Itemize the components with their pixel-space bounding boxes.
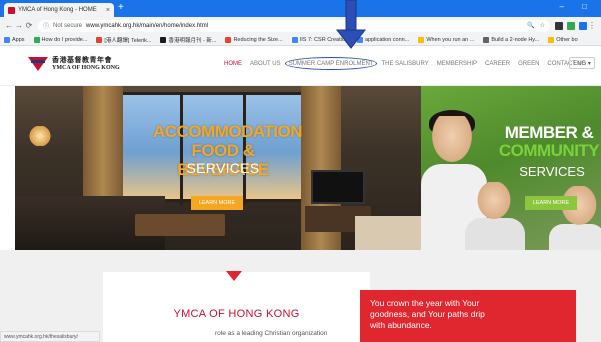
bookmark-favicon-icon (418, 36, 425, 43)
member-community-title: MEMBER & COMMUNITY (497, 124, 601, 160)
child-face (475, 182, 513, 222)
accommodation-panel[interactable]: ACCOMMODATION FOOD & BEVERAGE SERVICES L… (15, 86, 421, 250)
accommodation-learn-more-button[interactable]: LEARN MORE (191, 196, 243, 210)
nav-green[interactable]: GREEN (518, 61, 539, 67)
intro-body: role as a leading Christian organization (215, 330, 328, 337)
logo-chinese-text: 香港基督教青年會 (52, 57, 112, 65)
verse-line: goodness, and Your paths drip (370, 309, 485, 319)
intro-card: YMCA OF HONG KONG role as a leading Chri… (103, 272, 370, 342)
member-title-line2: COMMUNITY (498, 141, 600, 160)
tab-title: YMCA of Hong Kong - HOME (18, 7, 97, 13)
bookmark-favicon-icon (291, 36, 298, 43)
intro-section: YMCA OF HONG KONG role as a leading Chri… (0, 250, 601, 342)
profile-icon[interactable] (579, 21, 587, 30)
ymca-triangle-logo-icon (28, 55, 48, 73)
extension-green-icon[interactable] (567, 21, 575, 30)
bookmark-label: [港人翻譯] Telerik... (104, 37, 152, 44)
zoom-icon[interactable]: 🔍 (527, 22, 534, 29)
bookmark-favicon-icon (548, 36, 555, 43)
bookmark-label: How do I provide... (41, 36, 88, 43)
browser-tab[interactable]: YMCA of Hong Kong - HOME × (4, 3, 114, 17)
address-bar: ← → ⟳ ⓘ Not secure www.ymcahk.org.hk/mai… (0, 17, 601, 34)
url-text[interactable]: www.ymcahk.org.hk/main/en/home/index.htm… (86, 23, 208, 29)
bookmark-favicon-icon (160, 36, 167, 43)
browser-menu-icon[interactable]: ⋮ (587, 21, 597, 30)
child-image (465, 218, 525, 250)
bookmark-item[interactable]: When you run an ... (418, 36, 475, 43)
nav-about-us[interactable]: ABOUT US (250, 61, 281, 67)
nav-career[interactable]: CAREER (485, 61, 510, 67)
url-field[interactable]: ⓘ Not secure www.ymcahk.org.hk/main/en/h… (38, 19, 550, 32)
bookmarks-bar: Apps How do I provide... [港人翻譯] Telerik...… (0, 34, 601, 46)
member-title-line1: MEMBER & (504, 123, 594, 142)
new-tab-button[interactable]: + (118, 3, 128, 13)
extension-icon[interactable] (555, 21, 563, 30)
accommodation-title-line1: ACCOMMODATION (153, 122, 303, 141)
site-nav: HOME ABOUT US SUMMER CAMP ENROLMENT THE … (224, 57, 594, 70)
bookmark-item[interactable]: Build a 2-node Hy... (483, 36, 540, 43)
bookmark-label: Build a 2-node Hy... (491, 36, 540, 43)
tab-close-icon[interactable]: × (106, 7, 110, 14)
bookmark-favicon-icon (483, 36, 490, 43)
bookmark-label: Other bo (556, 36, 578, 43)
lamp-image (29, 126, 51, 146)
tv-image (311, 170, 365, 204)
bookmark-favicon-icon (225, 36, 232, 43)
back-arrow-icon[interactable]: ← (4, 21, 14, 30)
logo-english-text: YMCA OF HONG KONG (52, 64, 120, 71)
bookmark-label: 香港明報月刊 - 新... (168, 37, 217, 44)
verse-box: You crown the year with Your goodness, a… (360, 290, 576, 342)
nav-summer-camp-enrolment[interactable]: SUMMER CAMP ENROLMENT (284, 57, 377, 70)
window-controls[interactable]: – □ (559, 2, 595, 11)
nav-the-salisbury[interactable]: THE SALISBURY (381, 61, 428, 67)
language-select[interactable]: ENG ▾ (569, 57, 595, 69)
bookmark-item[interactable]: 香港明報月刊 - 新... (160, 36, 216, 44)
bookmark-star-icon[interactable]: ☆ (540, 22, 545, 29)
intro-title: YMCA OF HONG KONG (173, 308, 300, 320)
verse-line: with abundance. (370, 320, 432, 330)
nav-membership[interactable]: MEMBERSHIP (437, 61, 477, 67)
bookmark-item[interactable]: Other bo (548, 36, 578, 43)
bookmark-label: Reducing the Size... (233, 36, 283, 43)
bookmark-favicon-icon (33, 36, 40, 43)
verse-line: You crown the year with Your (370, 298, 480, 308)
bookmark-item[interactable]: Apps (4, 36, 25, 43)
not-secure-label: Not secure (53, 22, 83, 29)
annotation-arrow-icon (335, 0, 367, 49)
ymca-favicon-icon (8, 6, 15, 14)
red-triangle-marker-icon (226, 271, 242, 281)
bookmark-favicon-icon (4, 36, 10, 43)
bookmark-favicon-icon (96, 36, 103, 43)
ymca-logo[interactable]: 香港基督教青年會 YMCA OF HONG KONG (28, 55, 120, 73)
nav-home[interactable]: HOME (224, 61, 242, 67)
browser-tabstrip: YMCA of Hong Kong - HOME × + – □ (0, 0, 601, 17)
bookmark-item[interactable]: Reducing the Size... (225, 36, 283, 43)
bookmark-label: application conn... (364, 36, 410, 43)
status-bar-url: www.ymcahk.org.hk/thesalisbury/ (0, 331, 100, 342)
bookmark-label: When you run an ... (426, 36, 475, 43)
bed-image (355, 216, 421, 250)
bookmark-item[interactable]: [港人翻譯] Telerik... (96, 36, 151, 44)
bookmark-label: Apps (12, 36, 25, 43)
member-community-subtitle: SERVICES (519, 164, 585, 179)
annotation-oval (284, 57, 377, 70)
forward-arrow-icon[interactable]: → (14, 21, 24, 30)
accommodation-subtitle: SERVICES (186, 160, 260, 176)
member-learn-more-button[interactable]: LEARN MORE (525, 196, 577, 210)
member-community-panel[interactable]: MEMBER & COMMUNITY SERVICES LEARN MORE (421, 86, 601, 250)
site-header: 香港基督教青年會 YMCA OF HONG KONG HOME ABOUT US… (0, 46, 601, 86)
hero-banner: ACCOMMODATION FOOD & BEVERAGE SERVICES L… (15, 86, 601, 250)
bookmark-item[interactable]: How do I provide... (33, 36, 88, 43)
not-secure-info-icon[interactable]: ⓘ (43, 21, 49, 30)
coffee-table-image (135, 214, 225, 236)
child-face (429, 116, 475, 166)
reload-icon[interactable]: ⟳ (24, 21, 34, 30)
